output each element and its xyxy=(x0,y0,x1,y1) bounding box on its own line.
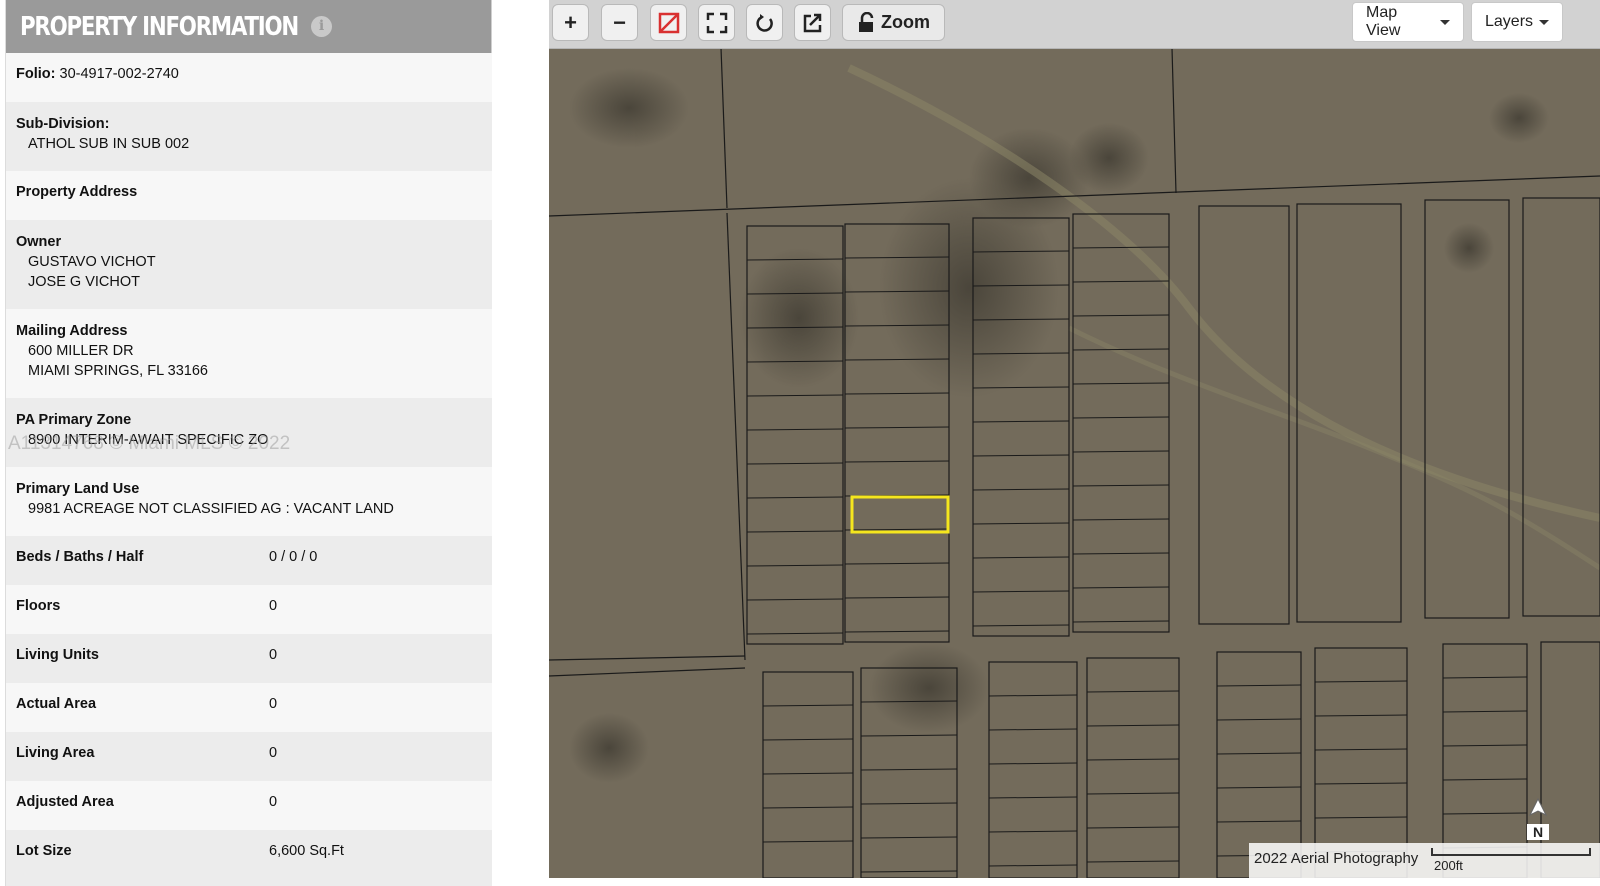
zoom-in-button[interactable]: + xyxy=(552,4,589,41)
scale-label: 200ft xyxy=(1434,858,1463,873)
owner-row: Owner GUSTAVO VICHOT JOSE G VICHOT xyxy=(6,220,492,309)
layers-dropdown[interactable]: Layers xyxy=(1471,2,1563,42)
detail-value: 6,600 Sq.Ft xyxy=(269,843,344,859)
subdivision-value: ATHOL SUB IN SUB 002 xyxy=(28,136,190,152)
folio-value: 30-4917-002-2740 xyxy=(59,66,179,82)
zoom-out-button[interactable]: − xyxy=(601,4,638,41)
subdivision-label: Sub-Division: xyxy=(16,116,110,132)
pencil-slash-icon xyxy=(658,12,679,33)
share-button[interactable] xyxy=(794,4,831,41)
map-toolbar: + − Zoom Map View Layers xyxy=(549,0,1600,49)
owner-label: Owner xyxy=(16,234,62,250)
folio-label: Folio: xyxy=(16,66,56,82)
adjusted-area-row: Adjusted Area 0 xyxy=(6,781,492,830)
primary-zone-value: 8900 INTERIM-AWAIT SPECIFIC ZO xyxy=(28,432,269,448)
unlock-icon xyxy=(859,11,874,32)
north-arrow-icon xyxy=(1528,797,1548,817)
actual-area-row: Actual Area 0 xyxy=(6,683,492,732)
expand-icon xyxy=(706,12,727,33)
caret-down-icon xyxy=(1440,19,1450,25)
caret-down-icon xyxy=(1539,19,1550,25)
subdivision-row: Sub-Division: ATHOL SUB IN SUB 002 xyxy=(6,102,492,171)
primary-land-use-row: Primary Land Use 9981 ACREAGE NOT CLASSI… xyxy=(6,467,492,536)
primary-land-use-label: Primary Land Use xyxy=(16,481,140,497)
detail-label: Lot Size xyxy=(16,843,72,859)
owner-name: JOSE G VICHOT xyxy=(28,274,140,290)
folio-row: Folio: 30-4917-002-2740 xyxy=(6,53,492,102)
property-information-panel: PROPERTY INFORMATION i Folio: 30-4917-00… xyxy=(5,0,492,886)
detail-label: Living Units xyxy=(16,647,99,663)
detail-label: Beds / Baths / Half xyxy=(16,549,144,565)
detail-value: 0 xyxy=(269,696,278,712)
living-units-row: Living Units 0 xyxy=(6,634,492,683)
mailing-address-row: Mailing Address 600 MILLER DR MIAMI SPRI… xyxy=(6,309,492,398)
map-attribution: 2022 Aerial Photography 200ft xyxy=(1249,843,1600,878)
attribution-text: 2022 Aerial Photography xyxy=(1254,850,1419,867)
property-address-label: Property Address xyxy=(16,184,138,200)
mailing-address-line: MIAMI SPRINGS, FL 33166 xyxy=(28,363,208,379)
lot-size-row: Lot Size 6,600 Sq.Ft xyxy=(6,830,492,886)
info-icon[interactable]: i xyxy=(311,16,333,37)
mailing-address-label: Mailing Address xyxy=(16,323,128,339)
living-area-row: Living Area 0 xyxy=(6,732,492,781)
detail-value: 0 xyxy=(269,745,278,761)
zoom-lock-button[interactable]: Zoom xyxy=(842,4,945,41)
map-view-dropdown[interactable]: Map View xyxy=(1352,2,1464,42)
beds-baths-row: Beds / Baths / Half 0 / 0 / 0 xyxy=(6,536,492,585)
map-view-label: Map View xyxy=(1366,4,1401,39)
panel-header: PROPERTY INFORMATION i xyxy=(6,0,491,53)
primary-zone-row: PA Primary Zone 8900 INTERIM-AWAIT SPECI… xyxy=(6,398,492,467)
primary-zone-label: PA Primary Zone xyxy=(16,412,132,428)
floors-row: Floors 0 xyxy=(6,585,492,634)
detail-value: 0 / 0 / 0 xyxy=(269,549,318,565)
primary-land-use-value: 9981 ACREAGE NOT CLASSIFIED AG : VACANT … xyxy=(28,501,394,517)
north-arrow: N xyxy=(1527,797,1549,840)
map-viewer[interactable]: + − Zoom Map View Layers N 2022 Aerial P… xyxy=(549,0,1600,878)
property-address-row: Property Address xyxy=(6,171,492,220)
detail-label: Living Area xyxy=(16,745,95,761)
minus-icon: − xyxy=(613,9,626,35)
mailing-address-line: 600 MILLER DR xyxy=(28,343,134,359)
detail-value: 0 xyxy=(269,647,278,663)
scale-bar xyxy=(1431,848,1591,856)
draw-button[interactable] xyxy=(650,4,687,41)
export-icon xyxy=(803,13,821,32)
zoom-label: Zoom xyxy=(881,12,930,32)
detail-label: Floors xyxy=(16,598,61,614)
fullscreen-button[interactable] xyxy=(698,4,735,41)
detail-value: 0 xyxy=(269,794,278,810)
panel-title: PROPERTY INFORMATION xyxy=(20,11,299,42)
rotate-icon xyxy=(755,13,773,32)
north-label: N xyxy=(1527,824,1549,840)
detail-value: 0 xyxy=(269,598,278,614)
layers-label: Layers xyxy=(1485,13,1534,30)
detail-label: Adjusted Area xyxy=(16,794,114,810)
plus-icon: + xyxy=(564,9,577,35)
aerial-map-canvas[interactable] xyxy=(549,48,1600,878)
owner-name: GUSTAVO VICHOT xyxy=(28,254,156,270)
reset-button[interactable] xyxy=(746,4,783,41)
detail-label: Actual Area xyxy=(16,696,97,712)
